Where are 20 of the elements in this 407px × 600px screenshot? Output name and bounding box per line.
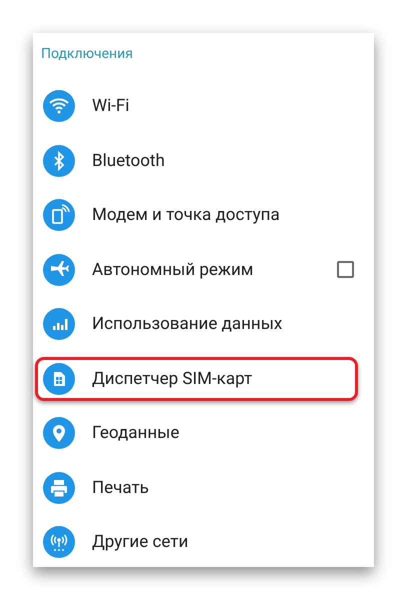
setting-item[interactable]: Другие сети [92,532,354,552]
section-title: Подключения [40,45,134,64]
antenna-icon [43,526,75,558]
location-pin-icon [43,417,75,450]
setting-item[interactable]: Bluetooth [92,150,354,171]
setting-item[interactable]: Печать [92,478,354,498]
setting-item[interactable]: Wi-Fi [92,96,354,116]
printer-icon [43,472,75,504]
phone-signal-icon [43,199,75,232]
bar-chart-icon [43,308,75,340]
checkbox[interactable] [337,261,354,278]
setting-item[interactable]: Использование данных [92,314,354,334]
setting-item[interactable]: Диспетчер SIM-карт [92,368,354,389]
setting-item[interactable]: Модем и точка доступа [92,205,354,226]
airplane-icon [43,254,75,286]
setting-item[interactable]: Геоданные [92,423,354,444]
wifi-icon [43,90,75,122]
setting-item[interactable]: Автономный режим [92,260,320,280]
bluetooth-icon [43,144,75,177]
sim-card-icon [43,362,75,395]
